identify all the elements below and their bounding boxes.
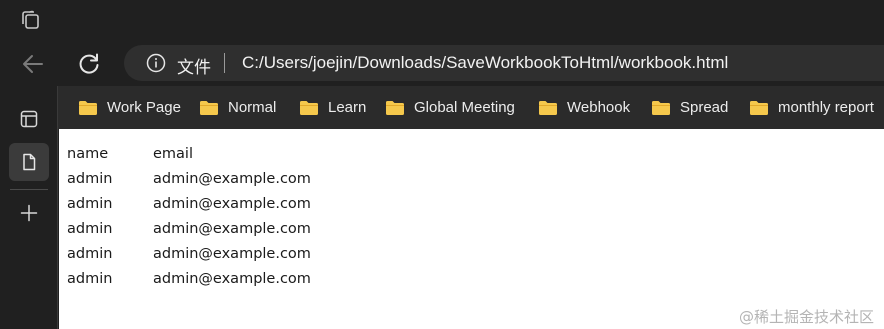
table-row: admin admin@example.com xyxy=(67,241,311,266)
header-name: name xyxy=(67,145,109,162)
bookmark-webhook[interactable]: Webhook xyxy=(538,86,630,129)
page-content: name email admin admin@example.com admin… xyxy=(59,129,884,329)
refresh-icon[interactable] xyxy=(76,51,102,77)
cell-name: admin xyxy=(67,195,113,212)
folder-icon xyxy=(386,100,404,115)
active-tab-button[interactable] xyxy=(9,143,49,181)
bookmark-monthly-report[interactable]: monthly report xyxy=(749,86,874,129)
bookmark-spread[interactable]: Spread xyxy=(651,86,728,129)
bookmark-label: Global Meeting xyxy=(414,99,515,116)
cell-email: admin@example.com xyxy=(153,245,311,262)
bookmark-label: Spread xyxy=(680,99,729,116)
header-email: email xyxy=(153,145,193,162)
bookmark-global-meeting[interactable]: Global Meeting xyxy=(385,86,515,129)
back-arrow-icon[interactable] xyxy=(20,51,46,77)
watermark: @稀土掘金技术社区 xyxy=(738,308,874,326)
navigation-bar: 文件 C:/Users/joejin/Downloads/SaveWorkboo… xyxy=(0,40,884,86)
table-row: admin admin@example.com xyxy=(67,191,311,216)
cell-name: admin xyxy=(67,245,113,262)
panel-icon xyxy=(20,110,38,128)
add-icon xyxy=(20,204,38,222)
folder-icon xyxy=(750,100,768,115)
cell-name: admin xyxy=(67,270,113,287)
cell-name: admin xyxy=(67,220,113,237)
cell-name: admin xyxy=(67,170,113,187)
bookmark-label: monthly report xyxy=(778,99,874,116)
panel-button[interactable] xyxy=(9,100,49,138)
new-tab-button[interactable] xyxy=(9,194,49,232)
folder-icon xyxy=(300,100,318,115)
vertical-tabs-sidebar xyxy=(0,86,58,329)
bookmark-label: Learn xyxy=(328,99,367,116)
folder-icon xyxy=(79,100,97,115)
title-bar xyxy=(0,0,884,40)
folder-icon xyxy=(539,100,557,115)
bookmark-label: Normal xyxy=(228,99,277,116)
bookmark-work-page[interactable]: Work Page xyxy=(78,86,181,129)
bookmark-normal[interactable]: Normal xyxy=(199,86,276,129)
tab-actions-icon[interactable] xyxy=(19,9,41,31)
bookmark-learn[interactable]: Learn xyxy=(299,86,366,129)
page-icon xyxy=(23,153,36,171)
cell-email: admin@example.com xyxy=(153,170,311,187)
cell-email: admin@example.com xyxy=(153,220,311,237)
sidebar-divider xyxy=(10,189,48,190)
bookmarks-bar: Work Page Normal Learn Global Meeting We… xyxy=(58,86,884,129)
table-row: admin admin@example.com xyxy=(67,216,311,241)
bookmark-label: Webhook xyxy=(567,99,631,116)
address-separator xyxy=(224,53,225,73)
cell-email: admin@example.com xyxy=(153,270,311,287)
workbook-table: name email admin admin@example.com admin… xyxy=(67,141,311,291)
cell-email: admin@example.com xyxy=(153,195,311,212)
address-bar[interactable]: 文件 C:/Users/joejin/Downloads/SaveWorkboo… xyxy=(124,45,884,81)
address-url[interactable]: C:/Users/joejin/Downloads/SaveWorkbookTo… xyxy=(242,53,728,73)
folder-icon xyxy=(200,100,218,115)
address-scheme-label: 文件 xyxy=(177,58,211,78)
folder-icon xyxy=(652,100,670,115)
table-header-row: name email xyxy=(67,141,311,166)
bookmark-label: Work Page xyxy=(107,99,181,116)
table-row: admin admin@example.com xyxy=(67,166,311,191)
table-row: admin admin@example.com xyxy=(67,266,311,291)
info-icon[interactable] xyxy=(146,53,166,73)
